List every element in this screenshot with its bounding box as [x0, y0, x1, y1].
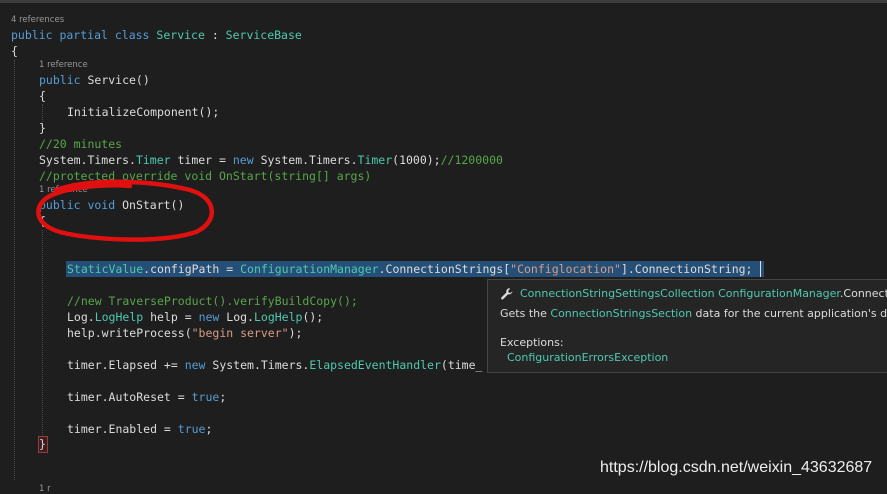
type-name: Timer [357, 153, 393, 167]
code-text: (); [302, 310, 324, 324]
keyword: new [184, 358, 206, 372]
code-line-init[interactable]: InitializeComponent(); [67, 104, 219, 120]
type-name: LogHelp [94, 310, 144, 324]
method-call: help.writeProcess( [67, 326, 192, 340]
namespace: System.Timers. [205, 358, 310, 372]
punctuation: : [204, 28, 226, 42]
code-lens-references[interactable]: 1 reference [39, 60, 88, 70]
brace: { [11, 44, 18, 58]
tooltip-description: Gets the ConnectionStringsSection data f… [500, 307, 887, 320]
namespace: System.Timers. [253, 153, 358, 167]
code-text: .ConnectionStrings[ [378, 262, 511, 276]
code-line-ctor[interactable]: public Service() [39, 72, 150, 88]
namespace: System.Timers. [39, 153, 136, 167]
method-name: OnStart() [115, 198, 185, 212]
code-text: ); [288, 326, 303, 340]
code-lens-references[interactable]: 1 reference [39, 185, 88, 195]
indent-guide-class [14, 60, 15, 480]
indent-guide-onstart [42, 230, 43, 435]
editor-left-margin [0, 3, 4, 490]
brace: } [39, 121, 46, 135]
code-text: timer.Elapsed += [67, 358, 185, 372]
code-line-config-path[interactable]: StaticValue.configPath = ConfigurationMa… [67, 261, 753, 277]
watermark: https://blog.csdn.net/weixin_43632687 [600, 459, 873, 476]
tooltip-signature: ConnectionStringSettingsCollection Confi… [520, 287, 887, 300]
tooltip-member: .Connectio [839, 287, 887, 300]
text-caret [760, 261, 761, 277]
code-line-enabled[interactable]: timer.Enabled = true; [67, 421, 212, 437]
string-literal: "Configlocation" [510, 262, 621, 276]
keyword: new [232, 153, 254, 167]
wrench-icon [501, 288, 513, 300]
keyword: true [177, 422, 206, 436]
base-class-name: ServiceBase [225, 28, 302, 42]
code-text: timer.AutoReset = [67, 390, 192, 404]
keyword: true [191, 390, 220, 404]
code-lens-references[interactable]: 4 references [11, 15, 64, 25]
code-text: timer = [170, 153, 233, 167]
keyword: public [39, 73, 81, 87]
type-name: Timer [135, 153, 171, 167]
comment: //protected override void OnStart(string… [39, 169, 372, 183]
code-line-autoreset[interactable]: timer.AutoReset = true; [67, 389, 226, 405]
code-line-ctor-open[interactable]: { [39, 88, 46, 104]
code-line-log[interactable]: Log.LogHelp help = new Log.LogHelp(); [67, 309, 323, 325]
type-name: ConfigurationManager [240, 262, 379, 276]
tooltip-type: ConnectionStringSettingsCollection [520, 287, 715, 300]
code-line-onstart-open[interactable]: { [39, 213, 46, 229]
code-line-commented-onstart[interactable]: //protected override void OnStart(string… [39, 168, 371, 184]
tooltip-desc-text: data for the current application's defau [695, 307, 887, 320]
class-name: Service [156, 28, 205, 42]
string-literal: "begin server" [191, 326, 289, 340]
editor-top-border [0, 0, 887, 3]
code-line-elapsed[interactable]: timer.Elapsed += new System.Timers.Elaps… [67, 357, 482, 373]
code-line-open-brace[interactable]: { [11, 43, 18, 59]
quick-info-tooltip: ConnectionStringSettingsCollection Confi… [487, 279, 887, 373]
code-text: ; [219, 390, 227, 404]
namespace: Log. [67, 310, 95, 324]
keyword: new [198, 310, 220, 324]
tooltip-desc-link[interactable]: ConnectionStringsSection [550, 307, 692, 320]
type-name: LogHelp [253, 310, 303, 324]
code-line-onstart-close[interactable]: } [39, 436, 46, 452]
method-call: InitializeComponent(); [67, 105, 220, 119]
code-line-comment-traverse[interactable]: //new TraverseProduct().verifyBuildCopy(… [67, 293, 358, 309]
code-line-write-process[interactable]: help.writeProcess("begin server"); [67, 325, 302, 341]
brace: } [39, 437, 46, 451]
code-text: help = [143, 310, 199, 324]
brace: { [39, 214, 46, 228]
code-text: .configPath = [143, 262, 241, 276]
comment: //new TraverseProduct().verifyBuildCopy(… [67, 294, 358, 308]
keyword: public void [39, 198, 116, 212]
code-line-onstart[interactable]: public void OnStart() [39, 197, 184, 213]
code-text: (time_ [440, 358, 483, 372]
tooltip-exceptions-label: Exceptions: [500, 336, 564, 349]
code-line-class[interactable]: public partial class Service : ServiceBa… [11, 27, 302, 43]
comment: //1200000 [440, 153, 503, 167]
code-line-comment[interactable]: //20 minutes [39, 136, 122, 152]
type-name: ElapsedEventHandler [309, 358, 441, 372]
namespace: Log. [219, 310, 254, 324]
code-text: ].ConnectionString; [620, 262, 753, 276]
comment: //20 minutes [39, 137, 123, 151]
tooltip-owner: ConfigurationManager [714, 287, 840, 300]
tooltip-exception-item[interactable]: ConfigurationErrorsException [507, 351, 668, 364]
brace: { [39, 89, 46, 103]
type-name: StaticValue [67, 262, 144, 276]
code-text: (1000); [392, 153, 441, 167]
code-lens-references[interactable]: 1 r [39, 484, 51, 494]
code-text: timer.Enabled = [67, 422, 178, 436]
code-line-ctor-close[interactable]: } [39, 120, 46, 136]
keyword: public partial class [11, 28, 150, 42]
method-name: Service() [80, 73, 150, 87]
code-text: ; [205, 422, 213, 436]
tooltip-desc-text: Gets the [500, 307, 551, 320]
code-line-timer[interactable]: System.Timers.Timer timer = new System.T… [39, 152, 503, 168]
